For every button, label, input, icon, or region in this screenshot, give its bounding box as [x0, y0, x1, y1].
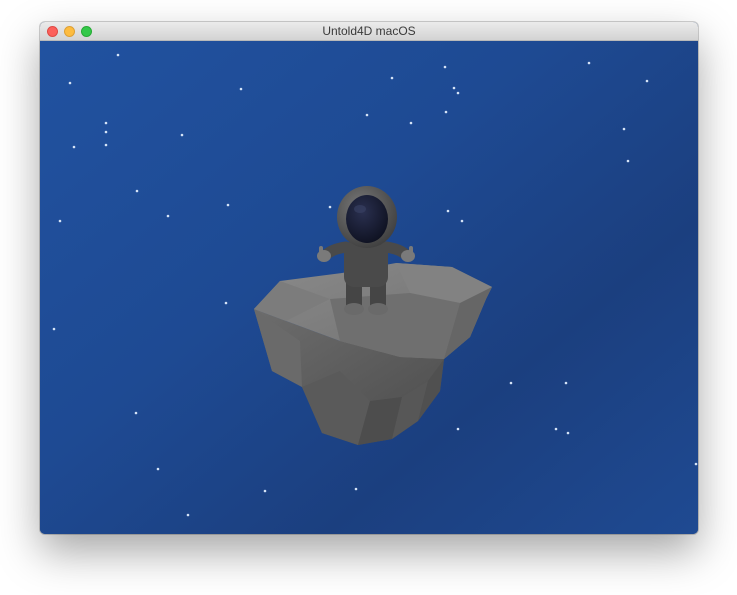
title-bar[interactable]: Untold4D macOS — [40, 22, 698, 41]
render-viewport[interactable] — [40, 41, 698, 534]
app-window: Untold4D macOS — [40, 22, 698, 534]
scene-canvas — [52, 53, 698, 517]
window-title: Untold4D macOS — [322, 24, 416, 38]
